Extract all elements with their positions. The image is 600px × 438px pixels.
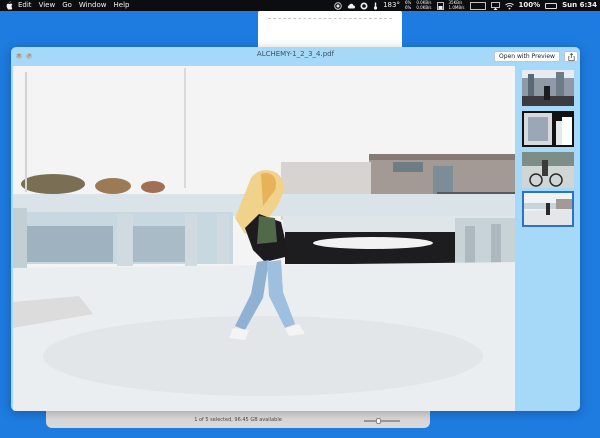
thermometer-icon[interactable] (373, 2, 378, 10)
net-down: 0.0KB/s (416, 4, 432, 10)
temperature-readout: 183° (383, 1, 400, 9)
share-button[interactable] (564, 51, 578, 62)
finder-window: 1 of 5 selected, 96.45 GB available (46, 408, 430, 428)
network-readout-1: 0.0KB/s 0.0KB/s (416, 0, 432, 10)
battery-percent: 100% (518, 1, 541, 9)
net2-down: 1.0MB/s (448, 4, 465, 10)
cloud-icon[interactable] (347, 2, 356, 10)
open-with-preview-button[interactable]: Open with Preview (494, 51, 560, 62)
airplay-icon[interactable] (490, 1, 500, 10)
cpu-bottom: 6% (404, 4, 412, 10)
menu-window[interactable]: Window (79, 0, 107, 11)
page-thumbnail-selected[interactable] (522, 191, 574, 227)
page-thumbnail[interactable] (522, 70, 574, 106)
menu-view[interactable]: View (39, 0, 56, 11)
display-icon[interactable] (469, 1, 486, 10)
menu-help[interactable]: Help (114, 0, 130, 11)
page-thumbnail-sidebar (517, 66, 580, 411)
quicklook-titlebar: × ↗ ALCHEMY-1_2_3_4.pdf Open with Previe… (11, 47, 580, 66)
cpu-readout: 6% 6% (404, 0, 412, 10)
menubar-clock[interactable]: Sun 6:34 (562, 0, 597, 11)
menu-bar: Edit View Go Window Help 183° 6% 6% 0.0K… (0, 0, 600, 11)
creative-cloud-icon[interactable] (360, 2, 368, 10)
menu-edit[interactable]: Edit (18, 0, 32, 11)
wifi-icon[interactable] (504, 2, 514, 10)
document-dashed-line (268, 18, 392, 19)
apple-icon[interactable] (4, 1, 13, 10)
quicktime-record-icon[interactable] (334, 1, 342, 10)
page-thumbnail[interactable] (522, 152, 574, 188)
battery-icon[interactable] (545, 2, 558, 9)
network-readout-2: 35KB/s 1.0MB/s (448, 0, 465, 10)
share-icon (567, 52, 575, 61)
memory-icon[interactable] (436, 1, 444, 10)
page-preview-image (13, 66, 515, 411)
icon-size-slider[interactable] (364, 418, 400, 424)
page-thumbnail[interactable] (522, 111, 574, 147)
status-area: 183° 6% 6% 0.0KB/s 0.0KB/s 35KB/s 1.0MB/… (334, 0, 597, 11)
menu-go[interactable]: Go (62, 0, 72, 11)
slider-knob[interactable] (376, 418, 381, 424)
quicklook-window: × ↗ ALCHEMY-1_2_3_4.pdf Open with Previe… (11, 47, 580, 411)
